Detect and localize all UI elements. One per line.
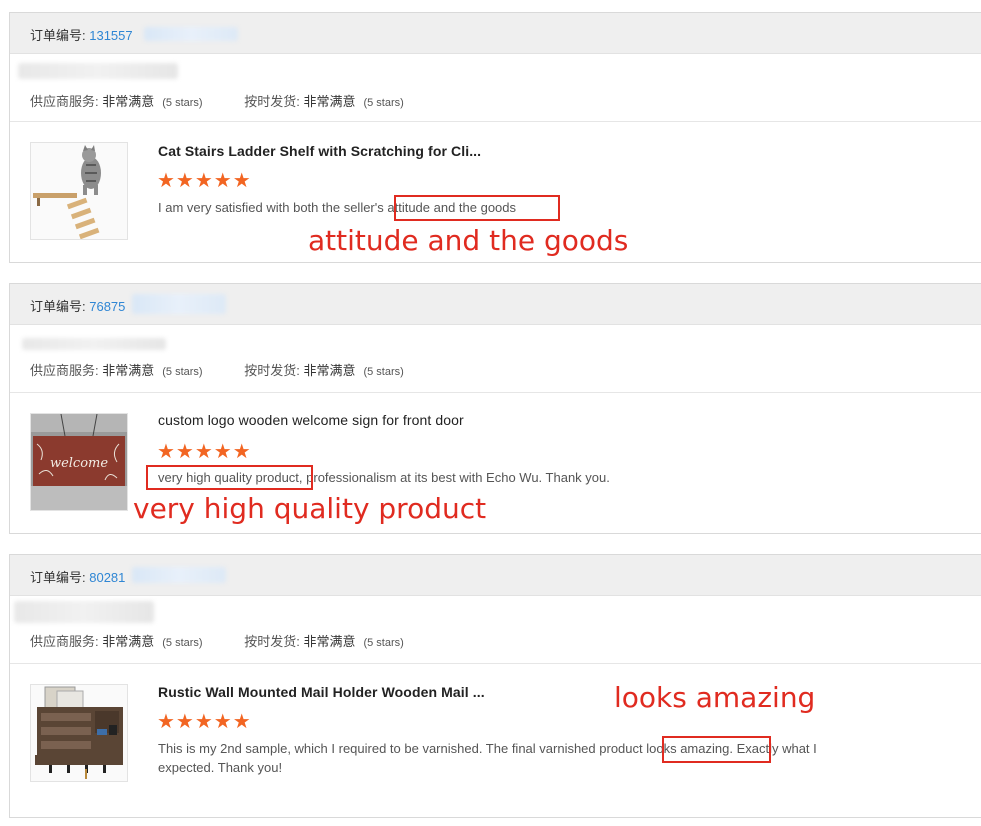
supplier-service-label: 供应商服务: (30, 634, 103, 649)
shipping-value: 非常满意 (303, 634, 356, 649)
order-number-label: 订单编号: 80281 (30, 570, 126, 585)
order-header: 订单编号: 80281 (10, 555, 981, 596)
rating-summary: 供应商服务: 非常满意 (5 stars) 按时发货: 非常满意 (5 stars) (30, 91, 404, 110)
rating-summary: 供应商服务: 非常满意 (5 stars) 按时发货: 非常满意 (5 stars) (30, 631, 404, 650)
shipping-value: 非常满意 (303, 363, 356, 378)
cat-shelf-image[interactable] (30, 142, 128, 240)
welcome-sign-text: welcome (50, 456, 108, 471)
shipping-stars: (5 stars) (363, 97, 404, 109)
shipping-stars: (5 stars) (363, 637, 404, 649)
product-title-link[interactable]: Rustic Wall Mounted Mail Holder Wooden M… (158, 684, 485, 700)
supplier-service-value: 非常满意 (102, 94, 155, 109)
order-card-1: 订单编号: 131557 供应商服务: 非常满意 (5 stars) 按时发货: … (9, 12, 981, 263)
order-card-3: 订单编号: 80281 供应商服务: 非常满意 (5 stars) 按时发货: 非… (9, 554, 981, 818)
redacted-store-name (14, 601, 154, 623)
review-text-after: , professionalism at its best with Echo … (298, 470, 610, 485)
redacted-store-name (22, 338, 166, 350)
annotation-text: very high quality product (133, 492, 487, 525)
redacted-order-number (132, 294, 226, 314)
annotation-text: looks amazing (614, 681, 816, 714)
highlight-box (394, 195, 560, 221)
supplier-service-value: 非常满意 (102, 634, 155, 649)
order-card-2: 订单编号: 76875 供应商服务: 非常满意 (5 stars) 按时发货: 非… (9, 283, 981, 534)
divider (10, 663, 981, 664)
shipping-label: 按时发货: (244, 634, 304, 649)
order-number-link[interactable]: 80281 (89, 570, 125, 585)
supplier-service-stars: (5 stars) (162, 637, 203, 649)
supplier-service-value: 非常满意 (102, 363, 155, 378)
rating-summary: 供应商服务: 非常满意 (5 stars) 按时发货: 非常满意 (5 stars) (30, 360, 404, 379)
redacted-store-name (18, 63, 178, 79)
product-title-link[interactable]: Cat Stairs Ladder Shelf with Scratching … (158, 143, 481, 159)
divider (10, 121, 981, 122)
supplier-service-stars: (5 stars) (162, 366, 203, 378)
star-rating: ★★★★★ (157, 170, 252, 192)
highlight-box (662, 736, 771, 763)
product-title-link[interactable]: custom logo wooden welcome sign for fron… (158, 412, 464, 428)
highlight-box (146, 465, 313, 490)
review-text-before: I am very satisfied with both the seller… (158, 200, 388, 215)
star-rating: ★★★★★ (157, 711, 252, 733)
shipping-stars: (5 stars) (363, 366, 404, 378)
annotation-text: attitude and the goods (308, 224, 629, 257)
shipping-label: 按时发货: (244, 363, 304, 378)
order-number-label: 订单编号: 131557 (30, 28, 133, 43)
divider (10, 392, 981, 393)
review-text-before: This is my 2nd sample, which I required … (158, 741, 647, 756)
shipping-label: 按时发货: (244, 94, 304, 109)
supplier-service-label: 供应商服务: (30, 94, 103, 109)
order-number-link[interactable]: 76875 (89, 299, 125, 314)
order-number-link[interactable]: 131557 (89, 28, 132, 43)
redacted-order-number (144, 27, 238, 41)
shipping-value: 非常满意 (303, 94, 356, 109)
mail-holder-image[interactable] (30, 684, 128, 782)
supplier-service-stars: (5 stars) (162, 97, 203, 109)
order-number-label: 订单编号: 76875 (30, 299, 126, 314)
welcome-sign-image[interactable]: welcome (30, 413, 128, 511)
supplier-service-label: 供应商服务: (30, 363, 103, 378)
order-header: 订单编号: 76875 (10, 284, 981, 325)
order-header: 订单编号: 131557 (10, 13, 981, 54)
star-rating: ★★★★★ (157, 441, 252, 463)
redacted-order-number (132, 567, 226, 583)
